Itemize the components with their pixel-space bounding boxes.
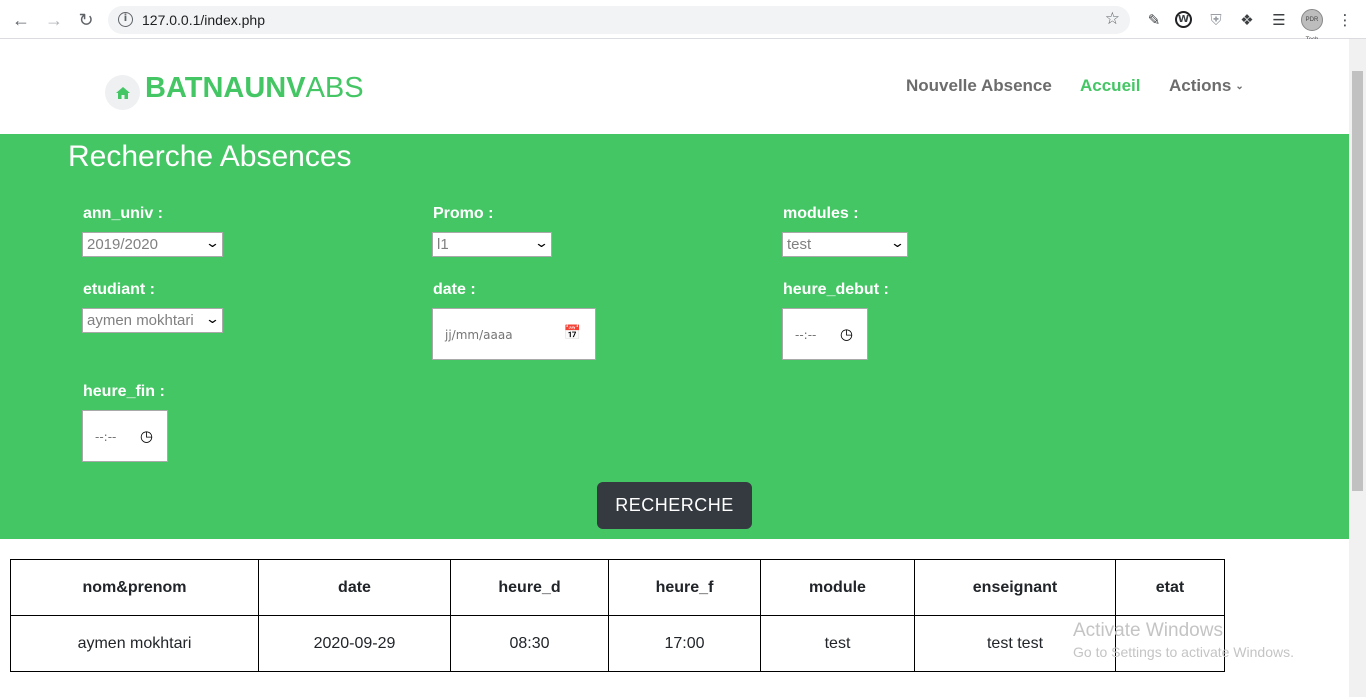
ann-univ-select[interactable]: 2019/2020 ⌄ [82, 232, 223, 257]
menu-kebab-icon[interactable]: ⋮ [1335, 10, 1355, 30]
nav-new-absence[interactable]: Nouvelle Absence [906, 76, 1052, 96]
etudiant-select[interactable]: aymen mokhtari ⌄ [82, 308, 223, 333]
profile-avatar[interactable]: PDR Tech [1301, 9, 1323, 43]
eyedropper-extension-icon[interactable]: ✎ [1144, 10, 1164, 30]
column-header: date [258, 559, 451, 616]
logo-bold-text: BATNAUNV [145, 72, 306, 104]
promo-select[interactable]: l1 ⌄ [432, 232, 552, 257]
table-header-row: nom&prenom date heure_d heure_f module e… [10, 559, 1225, 616]
home-icon[interactable] [105, 75, 140, 110]
shield-extension-icon[interactable]: ⛨ [1206, 10, 1226, 30]
table-cell: aymen mokhtari [10, 615, 259, 672]
promo-label: Promo : [433, 205, 494, 222]
address-bar[interactable]: i 127.0.0.1/index.php ☆ [108, 6, 1130, 34]
reload-icon[interactable]: ↻ [74, 8, 98, 32]
column-header: etat [1115, 559, 1225, 616]
heure-fin-label: heure_fin : [83, 383, 165, 400]
search-panel: Recherche Absences ann_univ : 2019/2020 … [0, 134, 1349, 539]
modules-select[interactable]: test ⌄ [782, 232, 908, 257]
media-playlist-icon[interactable]: ☰ [1269, 10, 1289, 30]
activate-windows-watermark: Activate Windows Go to Settings to activ… [1073, 620, 1294, 660]
heure-fin-input[interactable]: --:-- ◷ [82, 410, 168, 462]
chevron-down-icon: ⌄ [204, 312, 221, 327]
calendar-icon[interactable]: 📅 [564, 325, 581, 341]
heure-fin-placeholder: --:-- [95, 430, 117, 444]
watermark-title: Activate Windows [1073, 620, 1223, 641]
back-arrow-icon[interactable]: ← [9, 8, 33, 32]
logo-light-text: ABS [305, 72, 364, 104]
bookmark-star-icon[interactable]: ☆ [1105, 9, 1120, 29]
ann-univ-value: 2019/2020 [87, 236, 158, 253]
w-extension-icon[interactable]: W [1175, 11, 1192, 28]
clock-icon[interactable]: ◷ [140, 427, 153, 445]
chevron-down-icon: ⌄ [889, 236, 906, 251]
table-cell: test [760, 615, 915, 672]
search-button[interactable]: RECHERCHE [597, 482, 752, 529]
modules-label: modules : [783, 205, 859, 222]
heure-debut-input[interactable]: --:-- ◷ [782, 308, 868, 360]
date-input[interactable]: jj/mm/aaaa 📅 [432, 308, 596, 360]
results-table: nom&prenom date heure_d heure_f module e… [10, 559, 1225, 672]
table-cell: 2020-09-29 [258, 615, 451, 672]
forward-arrow-icon[interactable]: → [42, 8, 66, 32]
page-title: Recherche Absences [68, 140, 352, 173]
column-header: enseignant [914, 559, 1116, 616]
chevron-down-icon: ⌄ [533, 236, 550, 251]
page-scrollbar[interactable] [1349, 39, 1366, 697]
table-cell: 08:30 [450, 615, 609, 672]
ann-univ-label: ann_univ : [83, 205, 164, 222]
promo-value: l1 [437, 236, 449, 253]
browser-toolbar: ← → ↻ i 127.0.0.1/index.php ☆ ✎ W ⛨ ❖ ☰ … [0, 0, 1366, 43]
chevron-down-icon: ⌄ [1235, 81, 1244, 92]
etudiant-value: aymen mokhtari [87, 312, 194, 329]
table-cell: 17:00 [608, 615, 761, 672]
date-placeholder: jj/mm/aaaa [445, 328, 513, 342]
puzzle-extensions-icon[interactable]: ❖ [1237, 10, 1257, 30]
date-label: date : [433, 281, 476, 298]
table-row: aymen mokhtari 2020-09-29 08:30 17:00 te… [10, 615, 1225, 672]
column-header: heure_d [450, 559, 609, 616]
watermark-subtitle: Go to Settings to activate Windows. [1073, 644, 1294, 660]
chevron-down-icon: ⌄ [204, 236, 221, 251]
heure-debut-placeholder: --:-- [795, 328, 817, 342]
heure-debut-label: heure_debut : [783, 281, 889, 298]
column-header: module [760, 559, 915, 616]
etudiant-label: etudiant : [83, 281, 155, 298]
nav-actions[interactable]: Actions ⌄ [1169, 76, 1244, 96]
nav-actions-label: Actions [1169, 76, 1232, 95]
site-header: BATNAUNVABS Nouvelle Absence Accueil Act… [0, 39, 1349, 134]
column-header: nom&prenom [10, 559, 259, 616]
scrollbar-thumb[interactable] [1352, 71, 1363, 491]
modules-value: test [787, 236, 812, 253]
clock-icon[interactable]: ◷ [840, 325, 853, 343]
info-icon[interactable]: i [118, 12, 133, 27]
site-logo[interactable]: BATNAUNVABS [145, 72, 364, 105]
column-header: heure_f [608, 559, 761, 616]
address-url[interactable]: 127.0.0.1/index.php [142, 12, 265, 28]
nav-home[interactable]: Accueil [1080, 76, 1140, 96]
